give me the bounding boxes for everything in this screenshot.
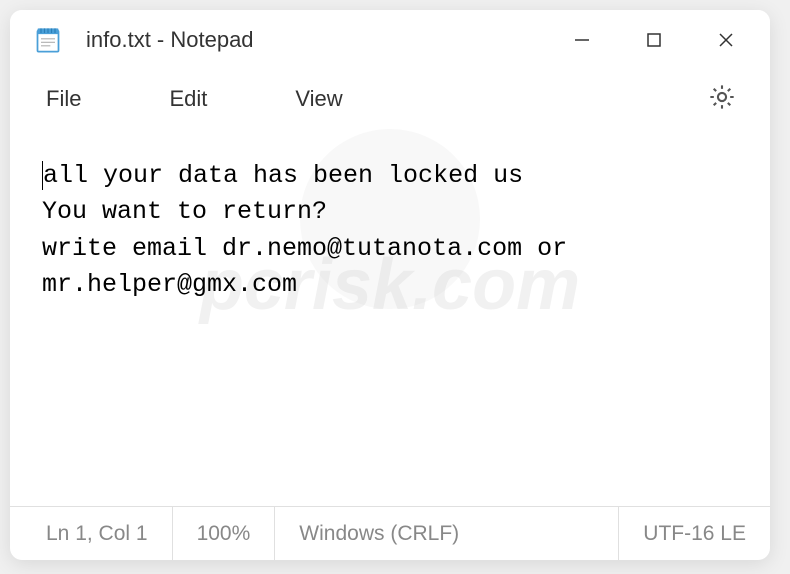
close-button[interactable] xyxy=(690,15,762,65)
menu-edit[interactable]: Edit xyxy=(161,82,215,116)
status-encoding: UTF-16 LE xyxy=(619,507,770,560)
document-text: all your data has been locked us You wan… xyxy=(42,161,582,299)
maximize-button[interactable] xyxy=(618,15,690,65)
titlebar: info.txt - Notepad xyxy=(10,10,770,70)
minimize-button[interactable] xyxy=(546,15,618,65)
statusbar: Ln 1, Col 1 100% Windows (CRLF) UTF-16 L… xyxy=(10,506,770,560)
status-line-ending: Windows (CRLF) xyxy=(275,507,619,560)
settings-button[interactable] xyxy=(702,77,742,122)
menubar: File Edit View xyxy=(10,70,770,128)
menu-view[interactable]: View xyxy=(287,82,350,116)
status-position: Ln 1, Col 1 xyxy=(10,507,173,560)
notepad-icon xyxy=(34,26,62,54)
status-zoom[interactable]: 100% xyxy=(173,507,276,560)
notepad-window: pcrisk.com info.txt - Notepad xyxy=(10,10,770,560)
text-editor[interactable]: all your data has been locked us You wan… xyxy=(10,128,770,506)
window-title: info.txt - Notepad xyxy=(86,27,546,53)
menu-file[interactable]: File xyxy=(38,82,89,116)
window-controls xyxy=(546,15,762,65)
